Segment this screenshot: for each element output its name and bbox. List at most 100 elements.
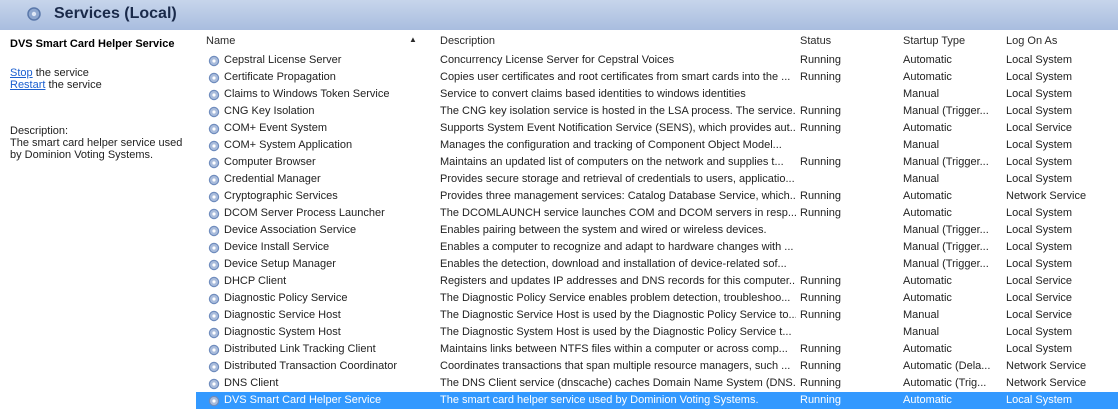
cell-startup-type: Manual (Trigger... [903,224,989,236]
service-gear-icon [208,310,220,322]
service-gear-icon [208,157,220,169]
table-row[interactable]: Distributed Transaction Coordinator Coord… [196,358,1118,375]
description-label: Description: [10,125,69,137]
cell-status: Running [800,292,841,304]
cell-name: Diagnostic System Host [224,326,341,338]
cell-log-on-as: Local System [1006,224,1073,236]
column-header-row: Name ▲ Description Status Startup Type L… [196,30,1118,50]
column-header-name[interactable]: Name [206,35,235,47]
cell-description: Enables a computer to recognize and adap… [440,241,794,253]
cell-log-on-as: Local Service [1006,309,1073,321]
cell-startup-type: Manual [903,326,940,338]
title-bar: Services (Local) [0,0,1118,30]
cell-description: Maintains an updated list of computers o… [440,156,784,168]
cell-log-on-as: Network Service [1006,377,1087,389]
cell-log-on-as: Local Service [1006,122,1073,134]
service-gear-icon [208,242,220,254]
cell-name: CNG Key Isolation [224,105,315,117]
table-row[interactable]: COM+ System Application Manages the confi… [196,137,1118,154]
table-row[interactable]: DHCP Client Registers and updates IP addr… [196,273,1118,290]
cell-description: Provides three management services: Cata… [440,190,796,202]
column-header-status[interactable]: Status [800,35,831,47]
cell-status: Running [800,54,841,66]
cell-status: Running [800,105,841,117]
service-gear-icon [208,344,220,356]
service-gear-icon [208,327,220,339]
column-header-startup-type[interactable]: Startup Type [903,35,965,47]
restart-service-link[interactable]: Restart [10,79,45,91]
cell-description: The smart card helper service used by Do… [440,394,759,406]
cell-startup-type: Automatic [903,207,952,219]
cell-startup-type: Manual [903,309,940,321]
table-row[interactable]: Computer Browser Maintains an updated lis… [196,154,1118,171]
cell-name: Cryptographic Services [224,190,338,202]
cell-status: Running [800,190,841,202]
cell-status: Running [800,394,841,406]
cell-startup-type: Automatic [903,343,952,355]
cell-name: Diagnostic Service Host [224,309,341,321]
table-row[interactable]: Diagnostic System Host The Diagnostic Sys… [196,324,1118,341]
table-row[interactable]: Claims to Windows Token Service Service t… [196,86,1118,103]
cell-name: Device Setup Manager [224,258,336,270]
cell-log-on-as: Local System [1006,139,1073,151]
stop-service-link[interactable]: Stop [10,67,33,79]
column-header-description[interactable]: Description [440,35,495,47]
cell-name: Device Association Service [224,224,357,236]
cell-log-on-as: Local System [1006,71,1073,83]
cell-description: Concurrency License Server for Cepstral … [440,54,675,66]
cell-log-on-as: Local System [1006,156,1073,168]
cell-description: The DCOMLAUNCH service launches COM and … [440,207,796,219]
service-gear-icon [208,378,220,390]
cell-name: Distributed Link Tracking Client [224,343,376,355]
cell-startup-type: Manual [903,88,940,100]
table-row[interactable]: Diagnostic Service Host The Diagnostic Se… [196,307,1118,324]
cell-name: DHCP Client [224,275,287,287]
service-gear-icon [208,55,220,67]
cell-log-on-as: Local System [1006,343,1073,355]
cell-description: Service to convert claims based identiti… [440,88,746,100]
cell-status: Running [800,343,841,355]
cell-description: Enables the detection, download and inst… [440,258,787,270]
table-row[interactable]: Device Setup Manager Enables the detectio… [196,256,1118,273]
cell-description: Coordinates transactions that span multi… [440,360,791,372]
cell-status: Running [800,309,841,321]
cell-startup-type: Manual (Trigger... [903,258,989,270]
cell-log-on-as: Local System [1006,88,1073,100]
table-row[interactable]: DNS Client The DNS Client service (dnscac… [196,375,1118,392]
cell-description: The Diagnostic System Host is used by th… [440,326,792,338]
table-row[interactable]: Certificate Propagation Copies user certi… [196,69,1118,86]
cell-name: Claims to Windows Token Service [224,88,390,100]
cell-name: Credential Manager [224,173,321,185]
cell-description: Registers and updates IP addresses and D… [440,275,796,287]
table-row[interactable]: Diagnostic Policy Service The Diagnostic … [196,290,1118,307]
column-header-log-on-as[interactable]: Log On As [1006,35,1057,47]
service-gear-icon [208,276,220,288]
cell-startup-type: Automatic [903,292,952,304]
cell-log-on-as: Local Service [1006,292,1073,304]
table-row[interactable]: Device Association Service Enables pairin… [196,222,1118,239]
cell-log-on-as: Local System [1006,326,1073,338]
table-row[interactable]: Cryptographic Services Provides three man… [196,188,1118,205]
window-title: Services (Local) [54,5,177,22]
table-row[interactable]: Cepstral License Server Concurrency Licen… [196,52,1118,69]
cell-status: Running [800,122,841,134]
restart-action: Restart the service [10,79,102,91]
service-gear-icon [208,395,220,407]
table-row[interactable]: Device Install Service Enables a computer… [196,239,1118,256]
cell-startup-type: Manual [903,173,940,185]
cell-status: Running [800,71,841,83]
table-row[interactable]: DCOM Server Process Launcher The DCOMLAUN… [196,205,1118,222]
service-gear-icon [208,293,220,305]
cell-name: DNS Client [224,377,279,389]
cell-startup-type: Automatic [903,54,952,66]
table-row[interactable]: Distributed Link Tracking Client Maintain… [196,341,1118,358]
table-row[interactable]: CNG Key Isolation The CNG key isolation s… [196,103,1118,120]
table-row[interactable]: COM+ Event System Supports System Event N… [196,120,1118,137]
cell-description: The Diagnostic Policy Service enables pr… [440,292,791,304]
services-gear-icon [27,7,41,21]
table-row[interactable]: Credential Manager Provides secure storag… [196,171,1118,188]
cell-name: Computer Browser [224,156,316,168]
table-row[interactable]: DVS Smart Card Helper Service The smart c… [196,392,1118,409]
cell-log-on-as: Local System [1006,258,1073,270]
service-gear-icon [208,89,220,101]
